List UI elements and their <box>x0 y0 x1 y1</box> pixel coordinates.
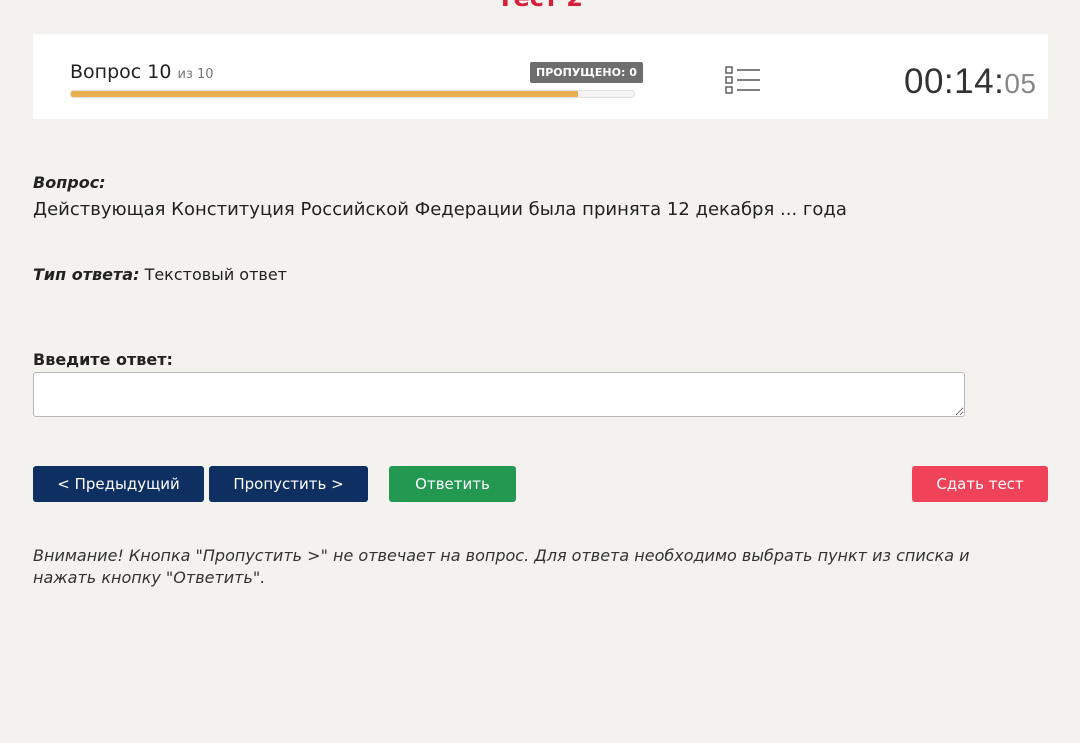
page-title: Тест 2 <box>0 0 1080 10</box>
progress-fill <box>71 91 578 97</box>
skip-button[interactable]: Пропустить > <box>209 466 368 502</box>
timer-seconds: 05 <box>1004 68 1037 99</box>
timer-main: 00:14: <box>904 62 1005 101</box>
question-text: Действующая Конституция Российской Федер… <box>33 199 847 220</box>
question-word: Вопрос <box>70 61 142 83</box>
progress-bar <box>70 90 635 98</box>
timer: 00:14:05 <box>904 62 1036 102</box>
question-counter: Вопрос 10 из 10 <box>70 61 214 83</box>
question-current: 10 <box>147 61 172 83</box>
question-list-icon[interactable] <box>725 65 761 97</box>
answer-input[interactable] <box>33 372 965 417</box>
answer-label: Введите ответ: <box>33 350 173 369</box>
status-panel: Вопрос 10 из 10 ПРОПУЩЕНО: 0 00:14:05 <box>33 34 1048 119</box>
answer-button[interactable]: Ответить <box>389 466 516 502</box>
skipped-badge: ПРОПУЩЕНО: 0 <box>530 62 643 83</box>
question-label: Вопрос: <box>33 173 106 192</box>
warning-text: Внимание! Кнопка "Пропустить >" не отвеч… <box>33 546 970 587</box>
answer-type-row: Тип ответа: Текстовый ответ <box>33 265 287 284</box>
answer-type-label: Тип ответа: <box>33 265 140 284</box>
previous-button[interactable]: < Предыдущий <box>33 466 204 502</box>
submit-test-button[interactable]: Сдать тест <box>912 466 1048 502</box>
question-total: из 10 <box>177 67 214 82</box>
answer-type-value: Текстовый ответ <box>144 265 287 284</box>
